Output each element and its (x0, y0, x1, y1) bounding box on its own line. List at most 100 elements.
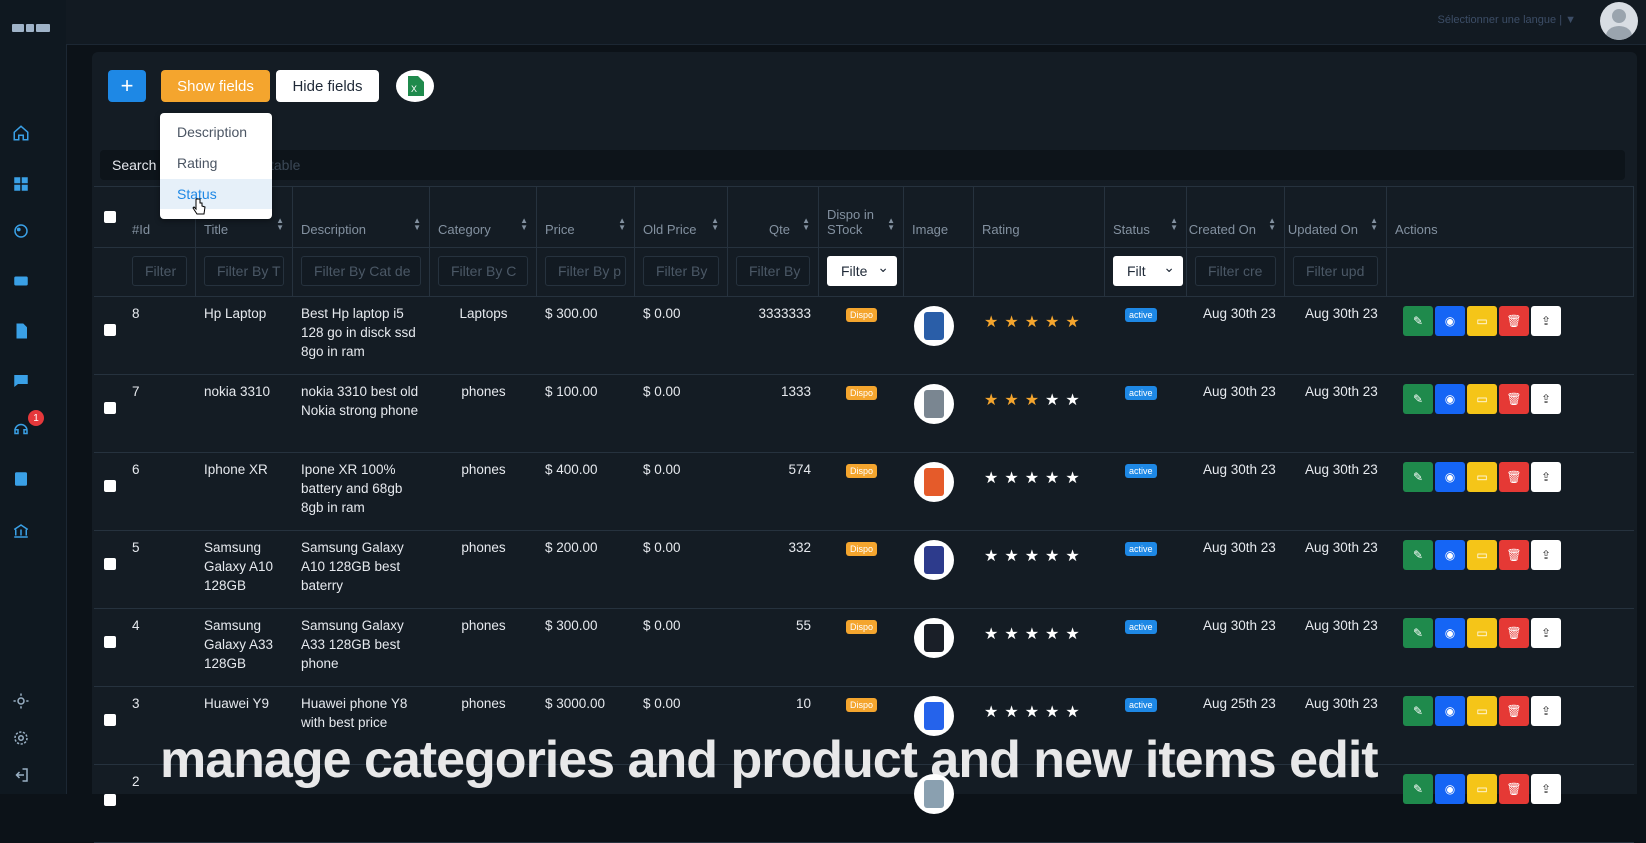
dropdown-item-status[interactable]: Status (160, 179, 272, 209)
view-button[interactable]: ◉ (1435, 384, 1465, 414)
filter-select[interactable]: Filte (827, 252, 897, 286)
bank-icon[interactable] (10, 520, 32, 542)
sort-icon[interactable]: ▲ ▼ (618, 217, 626, 232)
delete-button[interactable]: 🗑 (1499, 540, 1529, 570)
card-icon[interactable] (10, 270, 32, 292)
share-button[interactable]: ⇪ (1531, 462, 1561, 492)
sort-icon[interactable]: ▲ ▼ (1268, 217, 1276, 232)
archive-button[interactable]: ▭ (1467, 306, 1497, 336)
dropdown-item-rating[interactable]: Rating (160, 148, 272, 178)
filter-input[interactable]: Filter By p (545, 256, 626, 286)
column-header[interactable]: Actions (1387, 187, 1634, 247)
share-button[interactable]: ⇪ (1531, 696, 1561, 726)
view-button[interactable]: ◉ (1435, 696, 1465, 726)
contact-icon[interactable] (10, 468, 32, 490)
row-checkbox[interactable] (104, 794, 116, 806)
search-input[interactable]: table (270, 157, 300, 173)
sort-icon[interactable]: ▲ ▼ (711, 217, 719, 232)
view-button[interactable]: ◉ (1435, 306, 1465, 336)
view-button[interactable]: ◉ (1435, 618, 1465, 648)
sort-icon[interactable]: ▲ ▼ (1170, 217, 1178, 232)
row-actions: ✎ ◉ ▭ 🗑 ⇪ (1403, 696, 1561, 726)
archive-button[interactable]: ▭ (1467, 696, 1497, 726)
archive-button[interactable]: ▭ (1467, 540, 1497, 570)
dropdown-item-description[interactable]: Description (160, 117, 272, 147)
row-checkbox[interactable] (104, 324, 116, 336)
delete-button[interactable]: 🗑 (1499, 696, 1529, 726)
row-checkbox[interactable] (104, 714, 116, 726)
column-header[interactable]: Dispo in STock ▲ ▼ (819, 187, 904, 247)
chat-icon[interactable] (10, 370, 32, 392)
sun-icon[interactable] (10, 690, 32, 712)
sort-icon[interactable]: ▲ ▼ (1370, 217, 1378, 232)
filter-input[interactable]: Filter By (736, 256, 810, 286)
row-checkbox[interactable] (104, 480, 116, 492)
logout-icon[interactable] (10, 764, 32, 786)
filter-input[interactable]: Filter upd (1293, 256, 1378, 286)
home-icon[interactable] (10, 122, 32, 144)
column-header[interactable]: Image (904, 187, 974, 247)
view-button[interactable]: ◉ (1435, 774, 1465, 804)
sort-icon[interactable]: ▲ ▼ (276, 217, 284, 232)
excel-export-button[interactable]: X (396, 70, 434, 102)
column-header[interactable]: Updated On ▲ ▼ (1285, 187, 1387, 247)
view-button[interactable]: ◉ (1435, 540, 1465, 570)
edit-button[interactable]: ✎ (1403, 774, 1433, 804)
row-checkbox[interactable] (104, 558, 116, 570)
edit-button[interactable]: ✎ (1403, 618, 1433, 648)
share-button[interactable]: ⇪ (1531, 774, 1561, 804)
gear-icon[interactable] (10, 727, 32, 749)
view-button[interactable]: ◉ (1435, 462, 1465, 492)
column-header[interactable]: Status ▲ ▼ (1105, 187, 1187, 247)
sort-icon[interactable]: ▲ ▼ (887, 217, 895, 232)
edit-button[interactable]: ✎ (1403, 306, 1433, 336)
rating-stars: ★★★★★ (984, 312, 1086, 332)
column-header[interactable]: Old Price ▲ ▼ (635, 187, 728, 247)
delete-button[interactable]: 🗑 (1499, 618, 1529, 648)
sort-icon[interactable]: ▲ ▼ (802, 217, 810, 232)
filter-select[interactable]: Filt (1113, 252, 1183, 286)
filter-input[interactable]: Filter (132, 256, 187, 286)
row-checkbox[interactable] (104, 636, 116, 648)
share-button[interactable]: ⇪ (1531, 306, 1561, 336)
archive-button[interactable]: ▭ (1467, 774, 1497, 804)
filter-input[interactable]: Filter By Cat de (301, 256, 421, 286)
edit-button[interactable]: ✎ (1403, 696, 1433, 726)
sort-icon[interactable]: ▲ ▼ (520, 217, 528, 232)
column-header[interactable]: Category ▲ ▼ (430, 187, 537, 247)
filter-input[interactable]: Filter By C (438, 256, 528, 286)
archive-button[interactable]: ▭ (1467, 384, 1497, 414)
hide-fields-button[interactable]: Hide fields (276, 70, 379, 102)
search-bar[interactable]: Search table (100, 150, 1625, 180)
add-button[interactable]: + (108, 70, 146, 102)
filter-input[interactable]: Filter By T (204, 256, 284, 286)
delete-button[interactable]: 🗑 (1499, 306, 1529, 336)
share-button[interactable]: ⇪ (1531, 618, 1561, 648)
delete-button[interactable]: 🗑 (1499, 774, 1529, 804)
filter-input[interactable]: Filter cre (1195, 256, 1276, 286)
share-button[interactable]: ⇪ (1531, 540, 1561, 570)
delete-button[interactable]: 🗑 (1499, 384, 1529, 414)
dashboard-icon[interactable] (10, 173, 32, 195)
edit-button[interactable]: ✎ (1403, 384, 1433, 414)
document-icon[interactable] (10, 320, 32, 342)
sort-icon[interactable]: ▲ ▼ (413, 217, 421, 232)
filter-input[interactable]: Filter By (643, 256, 719, 286)
column-header[interactable]: Description ▲ ▼ (293, 187, 430, 247)
column-header[interactable]: Price ▲ ▼ (537, 187, 635, 247)
archive-button[interactable]: ▭ (1467, 618, 1497, 648)
share-button[interactable]: ⇪ (1531, 384, 1561, 414)
edit-button[interactable]: ✎ (1403, 540, 1433, 570)
palette-icon[interactable] (10, 220, 32, 242)
column-header[interactable]: Qte ▲ ▼ (728, 187, 819, 247)
archive-button[interactable]: ▭ (1467, 462, 1497, 492)
show-fields-button[interactable]: Show fields (161, 70, 270, 102)
edit-button[interactable]: ✎ (1403, 462, 1433, 492)
row-checkbox[interactable] (104, 402, 116, 414)
delete-button[interactable]: 🗑 (1499, 462, 1529, 492)
language-selector[interactable]: Sélectionner une langue | ▼ (1437, 14, 1576, 26)
select-all-checkbox[interactable] (104, 211, 116, 223)
column-header[interactable]: Rating (974, 187, 1105, 247)
avatar[interactable] (1600, 2, 1638, 40)
column-header[interactable]: Created On ▲ ▼ (1187, 187, 1285, 247)
